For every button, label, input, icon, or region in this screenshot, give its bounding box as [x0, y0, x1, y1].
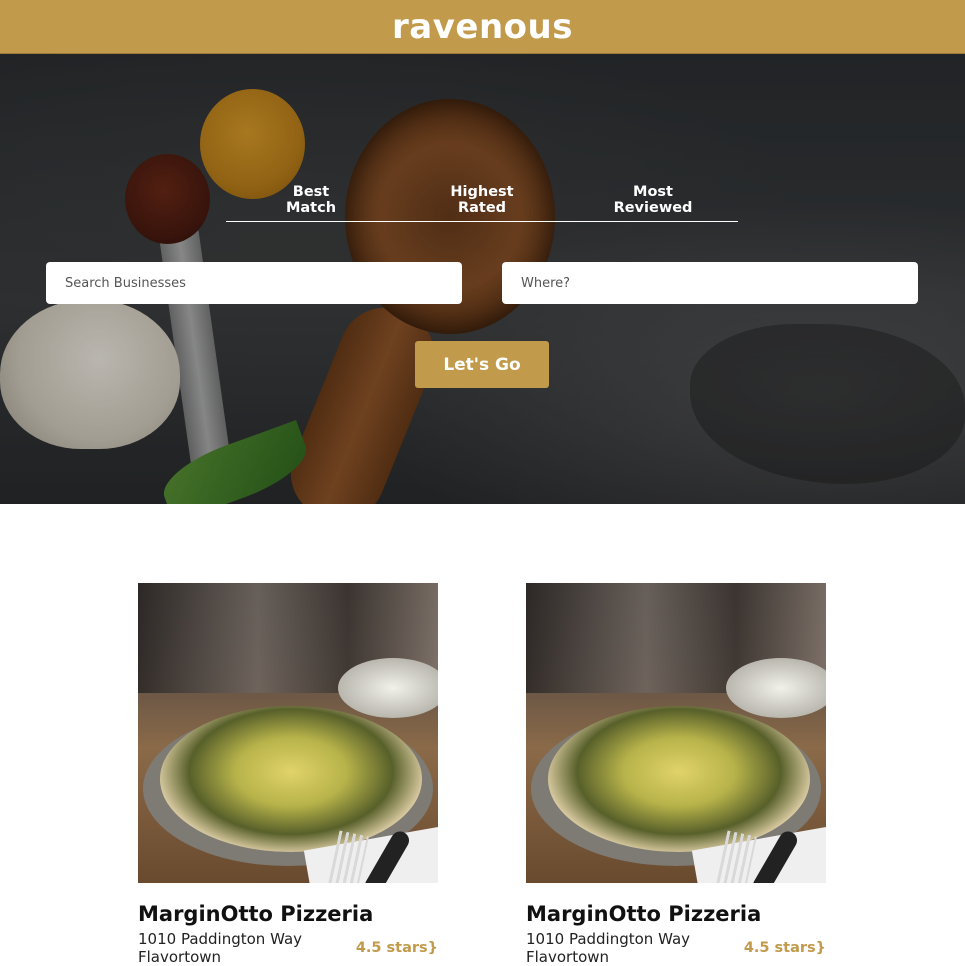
business-card[interactable]: MarginOtto Pizzeria 1010 Paddington Way …	[138, 583, 438, 966]
business-name: MarginOtto Pizzeria	[138, 902, 374, 926]
photo-pizza	[160, 706, 422, 852]
sort-label-line1: Most	[633, 184, 673, 200]
business-address: 1010 Paddington Way Flavortown	[138, 930, 302, 966]
business-info: 1010 Paddington Way Flavortown 4.5 stars…	[526, 930, 826, 966]
business-photo	[526, 583, 826, 883]
brand-logo: ravenous	[392, 6, 573, 47]
address-street: 1010 Paddington Way	[526, 930, 691, 948]
photo-plate	[726, 658, 826, 718]
sort-label-line2: Reviewed	[613, 200, 693, 216]
sort-best-match[interactable]: Best Match	[256, 184, 366, 216]
search-businesses-input[interactable]	[46, 262, 462, 304]
business-name: MarginOtto Pizzeria	[526, 902, 762, 926]
sort-most-reviewed[interactable]: Most Reviewed	[598, 184, 708, 216]
business-rating: 4.5 stars}	[743, 940, 826, 956]
address-city: Flavortown	[526, 948, 610, 966]
search-hero: Best Match Highest Rated Most Reviewed L…	[0, 54, 965, 504]
sort-label-line2: Rated	[457, 200, 507, 216]
sort-options: Best Match Highest Rated Most Reviewed	[226, 184, 738, 222]
sort-highest-rated[interactable]: Highest Rated	[427, 184, 537, 216]
business-rating: 4.5 stars}	[355, 940, 438, 956]
address-city: Flavortown	[138, 948, 222, 966]
photo-pizza	[548, 706, 810, 852]
header-bar: ravenous	[0, 0, 965, 54]
business-card[interactable]: MarginOtto Pizzeria 1010 Paddington Way …	[526, 583, 826, 966]
business-address: 1010 Paddington Way Flavortown	[526, 930, 690, 966]
address-street: 1010 Paddington Way	[138, 930, 303, 948]
location-input[interactable]	[502, 262, 918, 304]
lets-go-button[interactable]: Let's Go	[415, 341, 549, 388]
sort-label-line2: Match	[285, 200, 337, 216]
sort-label-line1: Best	[292, 184, 330, 200]
business-info: 1010 Paddington Way Flavortown 4.5 stars…	[138, 930, 438, 966]
sort-label-line1: Highest	[450, 184, 514, 200]
photo-plate	[338, 658, 438, 718]
business-photo	[138, 583, 438, 883]
